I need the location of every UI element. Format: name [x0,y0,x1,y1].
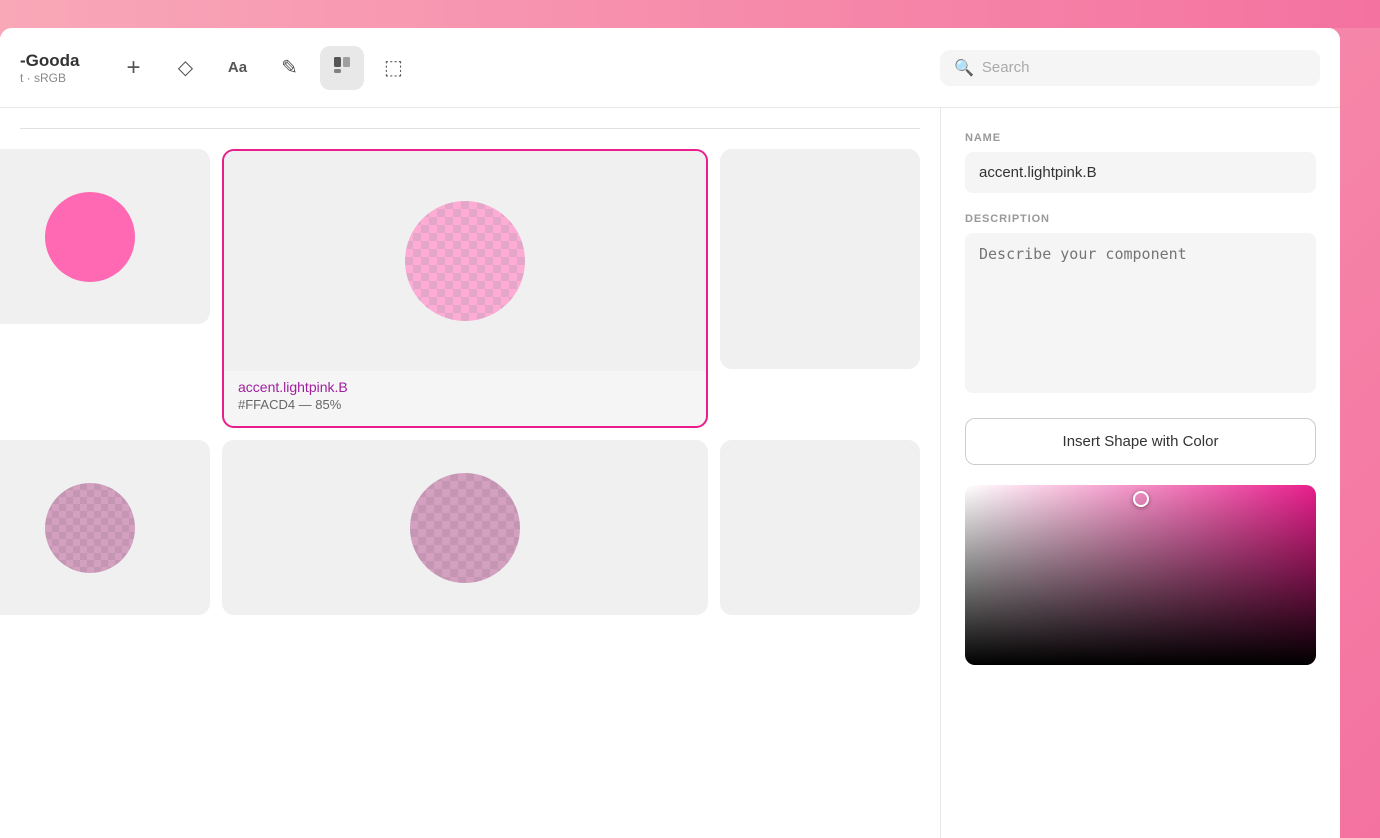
swatch-card-3[interactable] [720,149,920,369]
description-section: DESCRIPTION [965,213,1316,398]
swatch-circle-pink [45,192,135,282]
swatch-preview-6 [720,440,920,615]
swatches-row-1: accent.lightpink.B #FFACD4 — 85% [20,149,920,428]
toolbar-icons: + ◇ Aa ✎ [112,46,925,90]
swatch-card-partial[interactable] [0,149,210,324]
swatches-row-2 [20,440,920,615]
palette-button[interactable] [320,46,364,90]
swatch-info-selected: accent.lightpink.B #FFACD4 — 85% [224,371,706,426]
plus-icon: + [126,54,140,82]
swatch-card-selected[interactable]: accent.lightpink.B #FFACD4 — 85% [222,149,708,428]
swatch-preview [0,149,210,324]
name-section: NAME [965,132,1316,193]
swatch-preview-3 [720,149,920,369]
swatch-circle-lightpink [405,201,525,321]
right-panel: NAME DESCRIPTION Insert Shape with Color [940,108,1340,838]
color-picker[interactable] [965,485,1316,665]
swatch-card-5[interactable] [222,440,708,615]
top-bar [0,0,1380,28]
swatch-card-partial-2[interactable] [0,440,210,615]
search-input[interactable] [982,59,1306,76]
add-button[interactable]: + [112,46,156,90]
description-textarea[interactable] [965,233,1316,393]
swatch-preview-partial-2 [0,440,210,615]
diamond-button[interactable]: ◇ [164,46,208,90]
diamond-icon: ◇ [178,55,193,80]
name-input[interactable] [965,152,1316,193]
left-panel: accent.lightpink.B #FFACD4 — 85% [0,108,940,838]
description-label: DESCRIPTION [965,213,1316,225]
insert-shape-button[interactable]: Insert Shape with Color [965,418,1316,465]
search-bar: 🔍 [940,50,1320,86]
swatch-name-selected: accent.lightpink.B [238,379,692,395]
gradient-background [965,485,1316,665]
gradient-dark-overlay [965,485,1316,665]
swatch-hex-selected: #FFACD4 — 85% [238,397,692,412]
swatch-card-6[interactable] [720,440,920,615]
search-icon: 🔍 [954,58,974,78]
app-subtitle: t · sRGB [20,71,80,85]
picker-handle[interactable] [1133,491,1149,507]
swatch-circle-checkered-small [45,483,135,573]
app-title: -Gooda t · sRGB [20,51,80,85]
divider [20,128,920,129]
text-button[interactable]: Aa [216,46,260,90]
swatch-preview-selected [224,151,706,371]
main-window: -Gooda t · sRGB + ◇ Aa ✎ [0,28,1340,838]
app-name: -Gooda [20,51,80,71]
name-label: NAME [965,132,1316,144]
content-area: accent.lightpink.B #FFACD4 — 85% [0,108,1340,838]
eraser-icon: ✎ [281,55,298,80]
swatch-circle-checkered-large [410,473,520,583]
swatch-preview-5 [222,440,708,615]
frame-icon: ⬚ [384,55,403,80]
toolbar: -Gooda t · sRGB + ◇ Aa ✎ [0,28,1340,108]
eraser-button[interactable]: ✎ [268,46,312,90]
text-icon: Aa [228,59,247,76]
frame-button[interactable]: ⬚ [372,46,416,90]
palette-icon [331,54,353,82]
